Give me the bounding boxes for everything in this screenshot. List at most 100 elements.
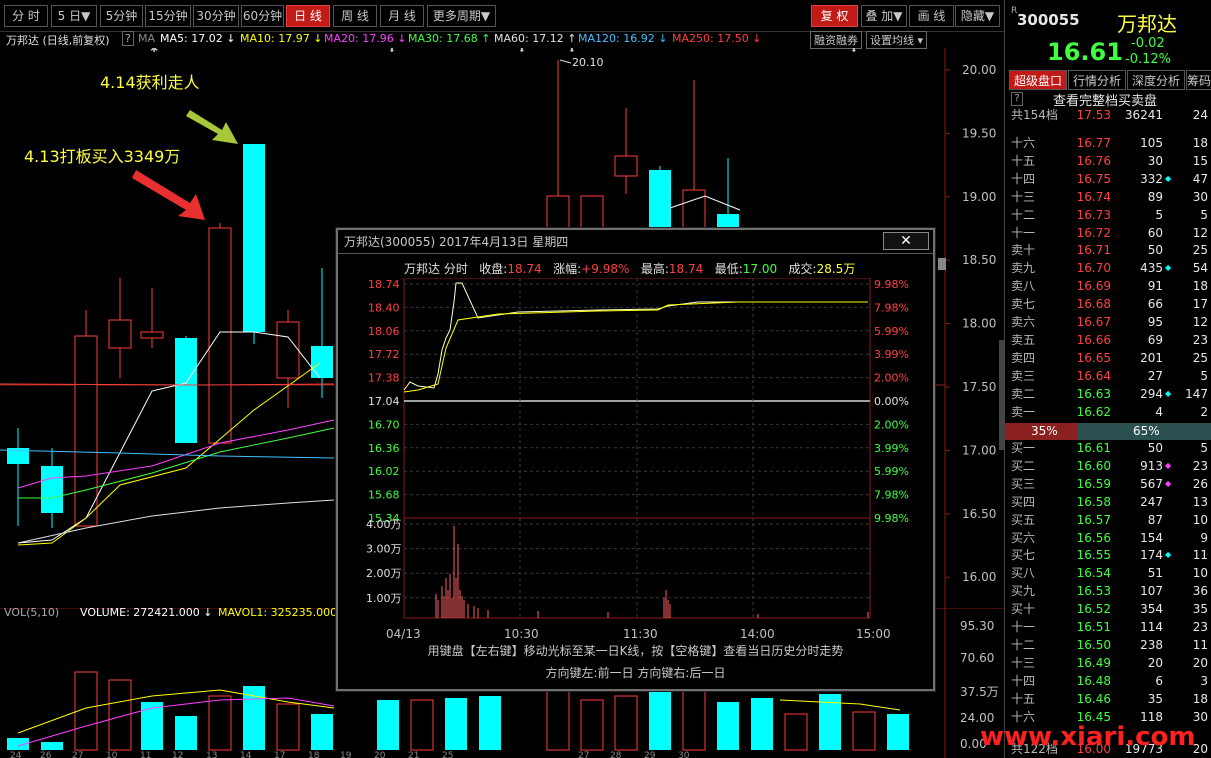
tab-depth-analysis[interactable]: 深度分析 [1127,70,1185,90]
scrollbar[interactable] [999,340,1004,450]
bid-row[interactable]: 买七 16.55 174 ◆ 11 [1005,546,1211,564]
period-tab-60min[interactable]: 60分钟 [241,5,284,27]
intraday-chart[interactable]: 18.74 9.98% 18.40 7.98% 18.06 5.99% 17.72 3.99%… [338,278,933,642]
bid-row[interactable]: 十五 16.46 35 18 [1005,690,1211,708]
time-tick: 04/13 [386,627,421,641]
date-tick: 10 [106,751,118,758]
draw-line-button[interactable]: 画 线 [909,5,954,27]
level-label: 卖十 [1011,243,1036,258]
ask-row[interactable]: 十四 16.75 332 ◆ 47 [1005,170,1211,188]
price-tick: 16.50 [962,507,996,521]
level-count: 23 [1192,458,1208,473]
level-label: 卖七 [1011,297,1036,312]
ask-row[interactable]: 十五 16.76 30 15 [1005,152,1211,170]
tab-chips[interactable]: 筹码 [1186,70,1211,90]
volume-bar-down [41,742,63,750]
ma250-value: MA250: 17.50 ↓ [672,32,762,45]
period-tab-daily[interactable]: 日 线 [286,5,330,27]
adjust-button[interactable]: 复 权 [811,5,858,27]
date-tick: 27 [578,751,589,758]
popup-title: 万邦达(300055) 2017年4月13日 星期四 [338,230,933,254]
level-volume: 95 [1147,315,1163,329]
bid-row[interactable]: 买八 16.54 51 10 [1005,564,1211,582]
level-price: 16.65 [1076,350,1111,365]
period-tab-5min[interactable]: 5分钟 [100,5,143,27]
ask-row[interactable]: 卖五 16.66 69 23 [1005,331,1211,349]
overlay-dropdown[interactable]: 叠 加▼ [861,5,907,27]
bid-row[interactable]: 买一 16.61 50 5 [1005,439,1211,457]
bid-row[interactable]: 十三 16.49 20 20 [1005,654,1211,672]
help-icon[interactable]: ? [122,31,134,46]
bid-row[interactable]: 十一 16.51 114 23 [1005,618,1211,636]
price-tick: 18.50 [962,253,996,267]
ask-row[interactable]: 卖三 16.64 27 5 [1005,367,1211,385]
level-price: 16.49 [1076,655,1111,670]
level-count: 10 [1192,566,1208,581]
popup-resize-handle[interactable] [938,258,946,270]
sell-ratio: 35% [1031,424,1058,438]
level-price: 16.74 [1076,189,1111,204]
hide-dropdown[interactable]: 隐藏▼ [955,5,1000,27]
level-volume: 294 [1140,386,1163,401]
ask-row[interactable]: 卖六 16.67 95 12 [1005,313,1211,331]
level-count: 13 [1192,494,1208,509]
ask-row[interactable]: 卖八 16.69 91 18 [1005,277,1211,295]
intraday-pct-tick: 5.99% [874,465,909,478]
bid-row[interactable]: 买六 16.56 154 9 [1005,529,1211,547]
period-tab-monthly[interactable]: 月 线 [380,5,424,27]
ask-row[interactable]: 十二 16.73 5 5 [1005,206,1211,224]
level-label: 买十 [1011,602,1036,617]
level-price: 16.58 [1076,494,1111,509]
bid-row[interactable]: 买三 16.59 567 ◆ 26 [1005,475,1211,493]
level-volume: 89 [1147,189,1163,204]
ask-row[interactable]: 卖二 16.63 294 ◆ 147 [1005,385,1211,403]
level-volume: 567 [1140,476,1163,491]
summary-row: 共154档 17.53 36241 24 [1011,108,1208,122]
ask-row[interactable]: 卖四 16.65 201 25 [1005,349,1211,367]
price-change: -0.02 [1131,36,1165,51]
level-count: 25 [1192,350,1208,365]
bid-row[interactable]: 买四 16.58 247 13 [1005,493,1211,511]
intraday-price-tick: 17.04 [368,395,400,408]
time-tick: 15:00 [856,627,891,641]
tab-market-analysis[interactable]: 行情分析 [1068,70,1126,90]
more-periods-dropdown[interactable]: 更多周期▼ [427,5,496,27]
level-volume: 913 [1140,458,1163,473]
level-price: 16.59 [1076,476,1111,491]
level-label: 十六 [1011,136,1036,150]
sell-annotation: 4.14获利走人 [100,73,200,92]
bid-row[interactable]: 买九 16.53 107 36 [1005,582,1211,600]
orderbook-help-icon[interactable]: ? [1011,92,1023,106]
margin-trading-button[interactable]: 融资融券 [810,31,862,49]
level-volume: 51 [1147,566,1163,581]
bid-row[interactable]: 十四 16.48 6 3 [1005,672,1211,690]
period-tab-30min[interactable]: 30分钟 [193,5,239,27]
period-tab-5day[interactable]: 5 日▼ [51,5,97,27]
ma60-line [17,499,335,544]
bid-row[interactable]: 买十 16.52 354 35 [1005,600,1211,618]
period-tab-intraday[interactable]: 分 时 [4,5,48,27]
period-tab-weekly[interactable]: 周 线 [333,5,377,27]
ma-settings-button[interactable]: 设置均线 ▾ [866,31,928,49]
intraday-pct-tick: 2.00% [874,372,909,385]
ask-row[interactable]: 十三 16.74 89 30 [1005,188,1211,206]
level-label: 十三 [1011,189,1036,204]
bid-row[interactable]: 十二 16.50 238 11 [1005,636,1211,654]
level-price: 16.55 [1076,548,1111,563]
level-price: 16.51 [1076,620,1111,634]
ask-row[interactable]: 卖十 16.71 50 25 [1005,241,1211,259]
level-volume: 66 [1147,297,1163,312]
close-button[interactable]: ✕ [883,232,929,250]
bid-row[interactable]: 买五 16.57 87 10 [1005,511,1211,529]
ask-row[interactable]: 卖一 16.62 4 2 [1005,403,1211,421]
ask-row[interactable]: 卖九 16.70 435 ◆ 54 [1005,259,1211,277]
volume-bar-down [377,700,399,750]
ask-row[interactable]: 十六 16.77 105 18 [1005,134,1211,152]
bid-row[interactable]: 买二 16.60 913 ◆ 23 [1005,457,1211,475]
ask-row[interactable]: 十一 16.72 60 12 [1005,224,1211,242]
ask-row[interactable]: 卖七 16.68 66 17 [1005,295,1211,313]
tab-super-orderbook[interactable]: 超级盘口 [1009,70,1067,90]
intraday-volume-tick: 4.00万 [366,518,402,531]
level-label: 卖五 [1011,332,1036,347]
period-tab-15min[interactable]: 15分钟 [145,5,191,27]
